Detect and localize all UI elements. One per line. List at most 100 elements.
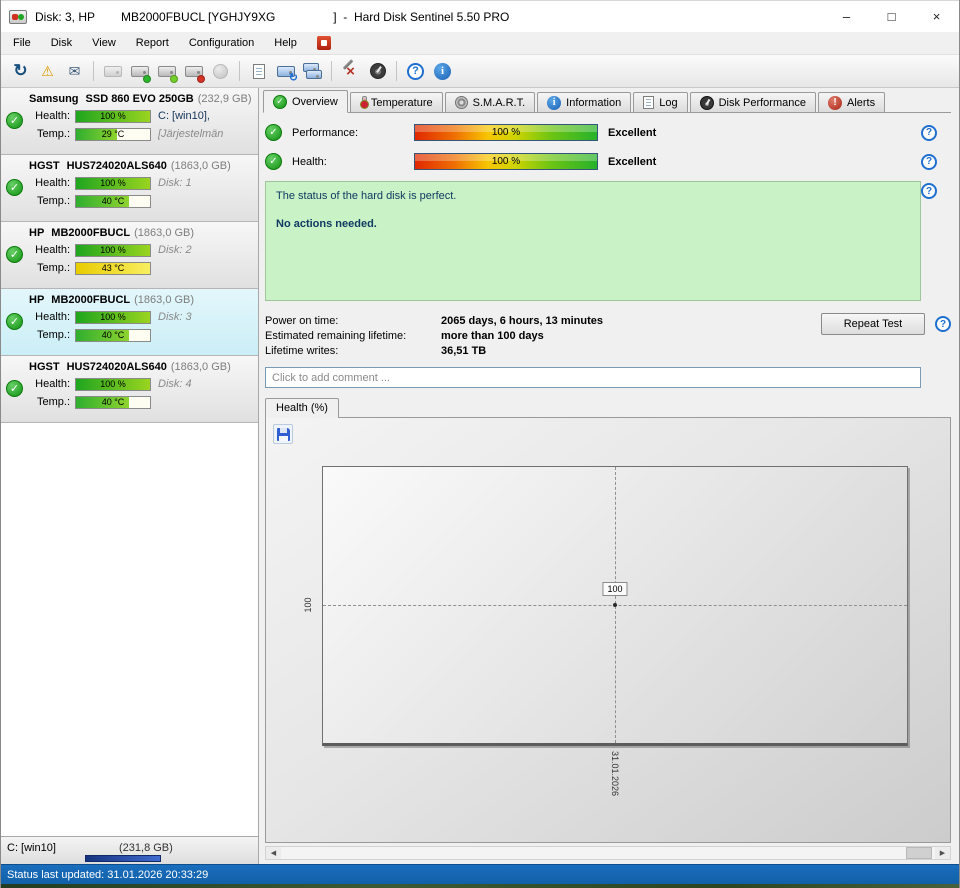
toolbar-separator [239,61,240,81]
disk-ok-icon[interactable] [153,58,180,84]
scroll-left-arrow-icon[interactable]: ◀ [266,847,281,859]
menu-report[interactable]: Report [126,34,179,52]
disk-list-item-0[interactable]: ✓ SamsungSSD 860 EVO 250GB(232,9 GB) D H… [1,88,258,155]
subtab-health-percent[interactable]: Health (%) [265,398,339,418]
minimize-button[interactable]: – [824,1,869,32]
performance-label: Performance: [292,126,359,139]
health-chart-plot: 100 100 31.01.2026 [303,466,908,796]
disk-list-item-2[interactable]: ✓ HP MB2000FBUCL (1863,0 GB) Health: 100 %… [1,222,258,289]
disk-sub-label: [Järjestelmän [158,128,224,140]
temp-bar: 29 °C [75,127,151,141]
log-page-icon [643,96,655,109]
performance-rating: Excellent [608,126,657,139]
tab-disk-performance[interactable]: Disk Performance [689,92,816,112]
refresh-icon[interactable]: ↻ [7,58,34,84]
maximize-button[interactable]: □ [869,1,914,32]
disk-list-sidebar: ✓ SamsungSSD 860 EVO 250GB(232,9 GB) D H… [1,88,259,864]
menu-view[interactable]: View [82,34,126,52]
partition-usage-bar [85,855,161,862]
toolbar-separator [331,61,332,81]
disk-list-item-3-selected[interactable]: ✓ HP MB2000FBUCL (1863,0 GB) Health: 100 %… [1,289,258,356]
temp-label: Temp.: [36,128,70,140]
scrollbar-track[interactable] [281,847,935,859]
save-chart-button[interactable] [273,424,293,444]
performance-gauge-icon[interactable] [364,58,391,84]
stats-grid: Power on time: 2065 days, 6 hours, 13 mi… [265,313,821,358]
edit-cancel-icon[interactable]: × [337,58,364,84]
disk-index-label: Disk: 1 [158,177,192,189]
disk-sync-icon[interactable]: ↻ [272,58,299,84]
disk-test-icon[interactable] [126,58,153,84]
close-button[interactable]: × [914,1,959,32]
health-label: Health: [35,378,70,390]
tab-strip: ✓ Overview Temperature S.M.A.R.T. i Info… [263,90,951,113]
health-bar: 100 % [75,109,151,123]
status-line-2: No actions needed. [276,218,377,230]
tab-overview[interactable]: ✓ Overview [263,90,348,113]
smart-disk-icon [454,96,468,109]
menu-file[interactable]: File [3,34,41,52]
temp-bar: 40 °C [75,395,151,409]
chart-x-tick: 31.01.2026 [610,751,620,797]
about-info-icon[interactable]: i [429,58,456,84]
status-help-icon[interactable]: ? [921,183,937,199]
chart-horizontal-scrollbar[interactable]: ◀ ▶ [265,846,951,860]
health-help-icon[interactable]: ? [921,153,937,170]
disk-warning-icon[interactable]: ⚠ [34,58,61,84]
disabled-action-icon[interactable] [207,58,234,84]
disk-health-ok-icon: ✓ [6,179,23,196]
temp-label: Temp.: [36,396,70,408]
tab-information[interactable]: i Information [537,92,632,112]
disk-list-item-4[interactable]: ✓ HGST HUS724020ALS640 (1863,0 GB) Health:… [1,356,258,423]
disk-health-ok-icon: ✓ [6,380,23,397]
report-mail-icon[interactable]: ✉ [61,58,88,84]
repeat-test-help-icon[interactable]: ? [935,316,951,332]
window-title-model: MB2000FBUCL [YGHJY9XG [121,9,276,24]
disk-error-icon[interactable] [180,58,207,84]
disk-health-ok-icon: ✓ [6,313,23,330]
tab-temperature[interactable]: Temperature [349,92,443,112]
comment-input[interactable] [265,367,921,388]
scrollbar-thumb[interactable] [906,847,932,859]
temp-bar: 40 °C [75,328,151,342]
health-chart-panel: 100 100 31.01.2026 [265,417,951,843]
health-label: Health: [292,155,327,168]
repeat-test-button[interactable]: Repeat Test [821,313,925,335]
menu-bar: File Disk View Report Configuration Help [1,32,959,54]
status-section: The status of the hard disk is perfect. … [265,181,951,301]
content-area: ✓ SamsungSSD 860 EVO 250GB(232,9 GB) D H… [1,88,959,864]
partition-row[interactable]: C: [win10] (231,8 GB) [1,836,258,864]
temp-label: Temp.: [36,195,70,207]
app-icon [9,9,27,24]
menu-configuration[interactable]: Configuration [179,34,264,52]
performance-help-icon[interactable]: ? [921,124,937,141]
health-bar: 100 % [75,377,151,391]
health-rating: Excellent [608,155,657,168]
sidebar-empty-area [1,423,258,836]
disk-icon[interactable] [99,58,126,84]
tab-log[interactable]: Log [633,92,688,112]
comment-section [265,367,951,388]
performance-meter: 100 % [414,124,598,141]
chart-point-label: 100 [602,582,628,596]
partition-label: C: [win10] [7,842,56,854]
toolbar-separator [396,61,397,81]
status-line-1: The status of the hard disk is perfect. [276,190,457,202]
floppy-disk-icon [276,427,290,441]
window-controls: – □ × [824,1,959,32]
window-title-app: ] - Hard Disk Sentinel 5.50 PRO [333,9,510,24]
tab-smart[interactable]: S.M.A.R.T. [444,92,536,112]
help-icon[interactable]: ? [402,58,429,84]
menu-disk[interactable]: Disk [41,34,82,52]
disk-list-item-1[interactable]: ✓ HGST HUS724020ALS640 (1863,0 GB) Health:… [1,155,258,222]
menu-update-icon[interactable] [316,36,331,50]
disk-title: HP MB2000FBUCL (1863,0 GB) [29,227,195,239]
scroll-right-arrow-icon[interactable]: ▶ [935,847,950,859]
temp-bar: 40 °C [75,194,151,208]
disk-health-ok-icon: ✓ [6,246,23,263]
menu-help[interactable]: Help [264,34,307,52]
disk-copy-icon[interactable] [299,58,326,84]
power-on-time-label: Power on time: [265,314,339,327]
tab-alerts[interactable]: ! Alerts [817,92,886,112]
report-document-icon[interactable] [245,58,272,84]
